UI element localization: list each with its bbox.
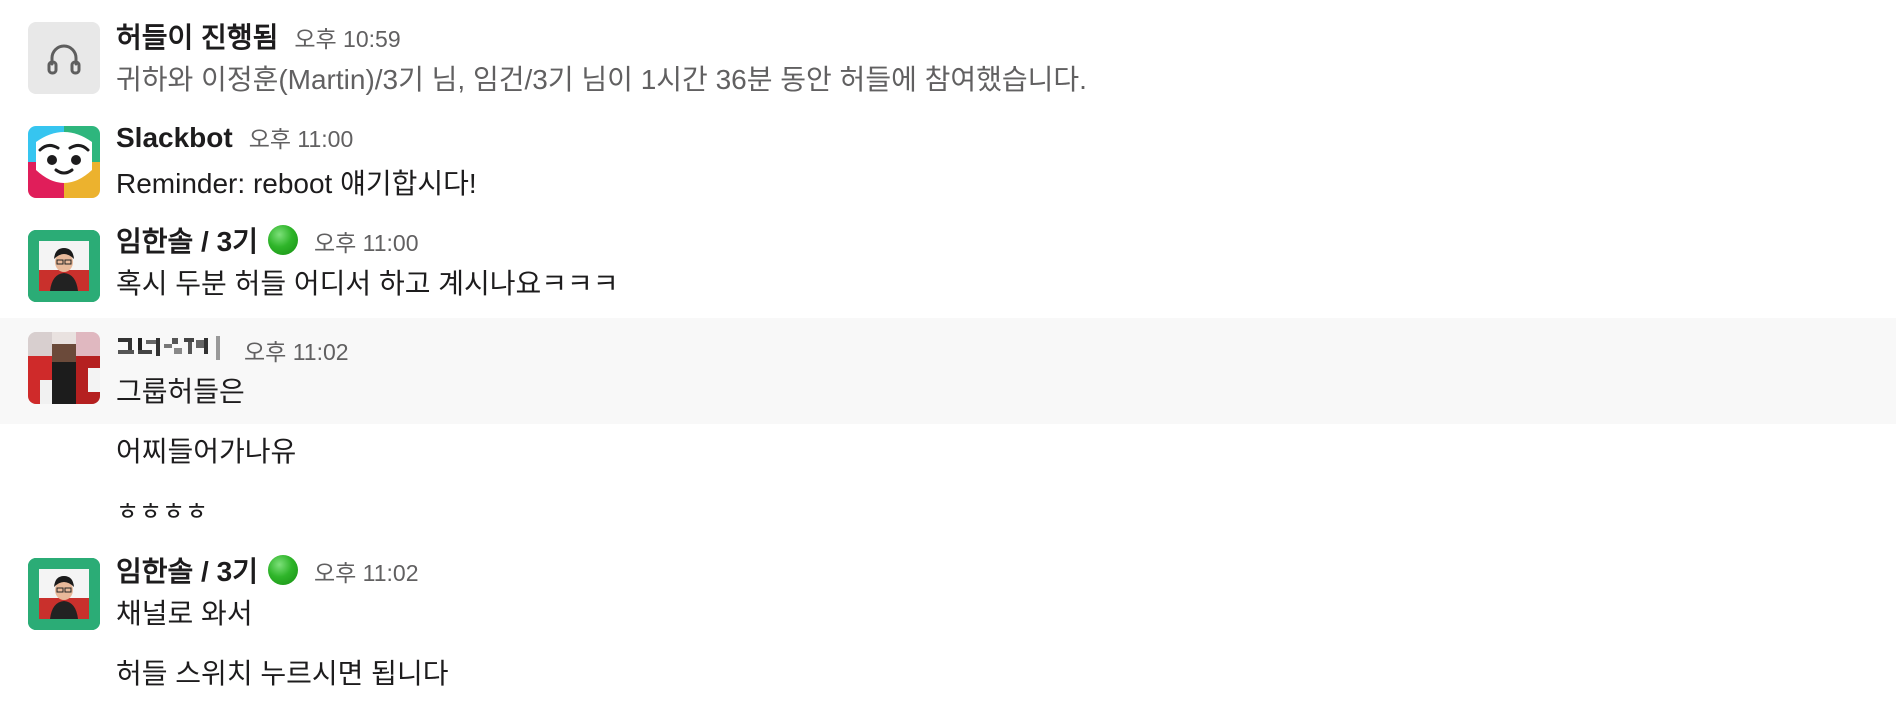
slackbot-avatar[interactable] — [28, 126, 100, 198]
message-feed: 허들이 진행됨 오후 10:59 귀하와 이정훈(Martin)/3기 님, 임… — [0, 0, 1896, 728]
sender-name[interactable]: Slackbot — [116, 122, 233, 154]
message-timestamp[interactable]: 오후 11:00 — [249, 120, 354, 154]
slackbot-message[interactable]: Slackbot 오후 11:00 Reminder: reboot 얘기합시다… — [0, 114, 1896, 210]
huddle-summary-text: 귀하와 이정훈(Martin)/3기 님, 임건/3기 님이 1시간 36분 동… — [116, 64, 1087, 95]
sender-name[interactable]: 임한솔 / 3기 — [116, 220, 258, 260]
green-circle-status-icon — [267, 555, 298, 585]
message-text: 채널로 와서 — [116, 598, 253, 629]
user-avatar[interactable] — [28, 230, 100, 302]
message-text: ㅎㅎㅎㅎ — [116, 498, 209, 526]
slackbot-icon — [28, 126, 100, 198]
message-text: 혹시 두분 허들 어디서 하고 계시나요ㅋㅋㅋ — [116, 268, 619, 299]
pixelated-user-header: 오후 11:02 — [116, 330, 349, 370]
headphones-icon — [47, 44, 81, 75]
huddle-title: 허들이 진행됨 — [116, 22, 279, 53]
message-timestamp[interactable]: 오후 11:00 — [314, 224, 419, 258]
user-avatar[interactable] — [28, 558, 100, 630]
slackbot-header: Slackbot 오후 11:00 — [116, 120, 353, 160]
hansol-message-1[interactable]: 임한솔 / 3기 오후 11:00 혹시 두분 허들 어디서 하고 계시나요ㅋㅋ… — [0, 216, 1896, 314]
message-timestamp[interactable]: 오후 10:59 — [294, 20, 400, 54]
profile-photo-icon — [28, 558, 100, 630]
profile-photo-icon — [28, 230, 100, 302]
hansol-message-2[interactable]: 임한솔 / 3기 오후 11:02 채널로 와서 허들 스위치 누르시면 됩니다 — [0, 544, 1896, 728]
pixelated-name-image — [118, 336, 220, 360]
pixelated-sender-name[interactable] — [116, 334, 228, 364]
message-text: Reminder: reboot 얘기합시다! — [116, 168, 477, 199]
profile-photo-icon — [28, 332, 100, 404]
green-circle-status-icon — [267, 225, 298, 255]
huddle-header: 허들이 진행됨 오후 10:59 — [116, 16, 401, 56]
hansol-header-1: 임한솔 / 3기 오후 11:00 — [116, 220, 419, 260]
message-text: 허들 스위치 누르시면 됩니다 — [116, 658, 449, 689]
message-timestamp[interactable]: 오후 11:02 — [244, 333, 349, 367]
huddle-avatar — [28, 22, 100, 94]
hansol-header-2: 임한솔 / 3기 오후 11:02 — [116, 550, 419, 590]
pixelated-user-message[interactable]: 오후 11:02 그룹허들은 — [0, 318, 1896, 424]
message-timestamp[interactable]: 오후 11:02 — [314, 554, 419, 588]
sender-name[interactable]: 임한솔 / 3기 — [116, 550, 258, 590]
message-text: 그룹허들은 — [116, 376, 245, 407]
user-avatar[interactable] — [28, 332, 100, 404]
huddle-message[interactable]: 허들이 진행됨 오후 10:59 귀하와 이정훈(Martin)/3기 님, 임… — [0, 0, 1896, 110]
message-text: 어찌들어가나유 — [116, 436, 297, 467]
